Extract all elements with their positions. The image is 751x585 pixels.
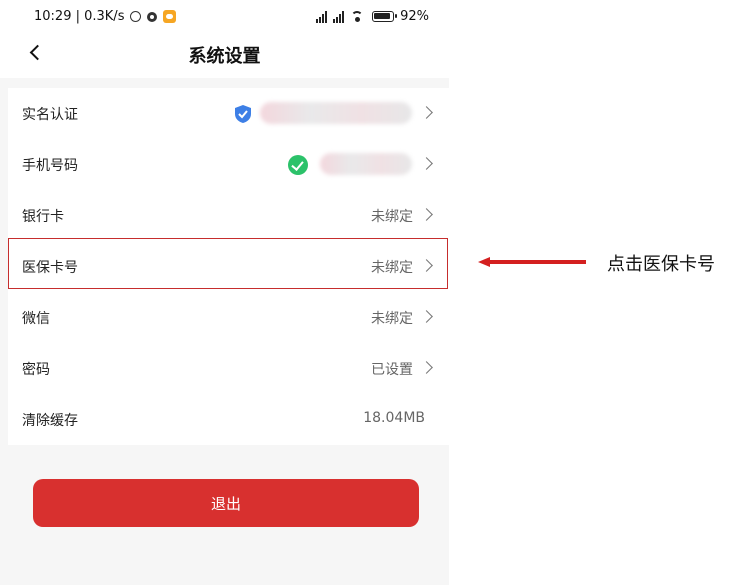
status-right: 92%: [316, 9, 429, 24]
row-real-name-auth[interactable]: 实名认证: [8, 88, 449, 139]
pointer-arrow-icon: [478, 257, 586, 267]
row-wechat[interactable]: 微信 未绑定: [8, 292, 449, 343]
phone-screen: 10:29 | 0.3K/s 92% 系统设置 实名认证 手机号码 银行卡 未绑…: [0, 0, 449, 585]
chevron-right-icon: [420, 157, 433, 170]
logout-button[interactable]: 退出: [33, 479, 419, 527]
chevron-right-icon: [420, 259, 433, 272]
masked-phone: [320, 153, 412, 175]
verified-check-icon: [288, 155, 308, 175]
gear-icon: [147, 11, 158, 22]
row-medical-insurance-card[interactable]: 医保卡号 未绑定: [8, 241, 449, 292]
chevron-right-icon: [420, 310, 433, 323]
row-value: 18.04MB: [363, 410, 425, 426]
annotation-text: 点击医保卡号: [607, 254, 715, 275]
app-notification-icon: [163, 10, 177, 23]
status-bar: 10:29 | 0.3K/s 92%: [0, 0, 449, 34]
row-label: 手机号码: [22, 158, 78, 174]
signal-icon-2: [333, 10, 345, 23]
battery-icon: [372, 11, 398, 22]
row-label: 清除缓存: [22, 413, 78, 429]
row-value: 未绑定: [371, 209, 413, 225]
row-clear-cache[interactable]: 清除缓存 18.04MB: [8, 394, 449, 445]
chevron-right-icon: [420, 106, 433, 119]
row-label: 微信: [22, 311, 50, 327]
status-time-speed: 10:29 | 0.3K/s: [34, 9, 125, 24]
row-value: 未绑定: [371, 311, 413, 327]
page-title: 系统设置: [188, 46, 261, 67]
status-left: 10:29 | 0.3K/s: [34, 9, 177, 24]
row-label: 实名认证: [22, 107, 78, 123]
row-value: 已设置: [371, 362, 413, 378]
alarm-icon: [130, 11, 142, 22]
signal-icon: [316, 10, 328, 23]
battery-level: 92%: [400, 9, 429, 24]
chevron-right-icon: [420, 361, 433, 374]
settings-list: 实名认证 手机号码 银行卡 未绑定 医保卡号 未绑定 微信 未绑定 密码 已设置…: [8, 88, 449, 445]
row-phone-number[interactable]: 手机号码: [8, 139, 449, 190]
row-bank-card[interactable]: 银行卡 未绑定: [8, 190, 449, 241]
shield-check-icon: [235, 105, 251, 123]
row-label: 银行卡: [22, 209, 64, 225]
row-value: 未绑定: [371, 260, 413, 276]
wifi-icon: [350, 10, 366, 23]
row-label: 医保卡号: [22, 260, 78, 276]
nav-header: 系统设置: [0, 34, 449, 78]
row-password[interactable]: 密码 已设置: [8, 343, 449, 394]
row-label: 密码: [22, 362, 50, 378]
chevron-right-icon: [420, 208, 433, 221]
masked-name: [260, 102, 412, 124]
